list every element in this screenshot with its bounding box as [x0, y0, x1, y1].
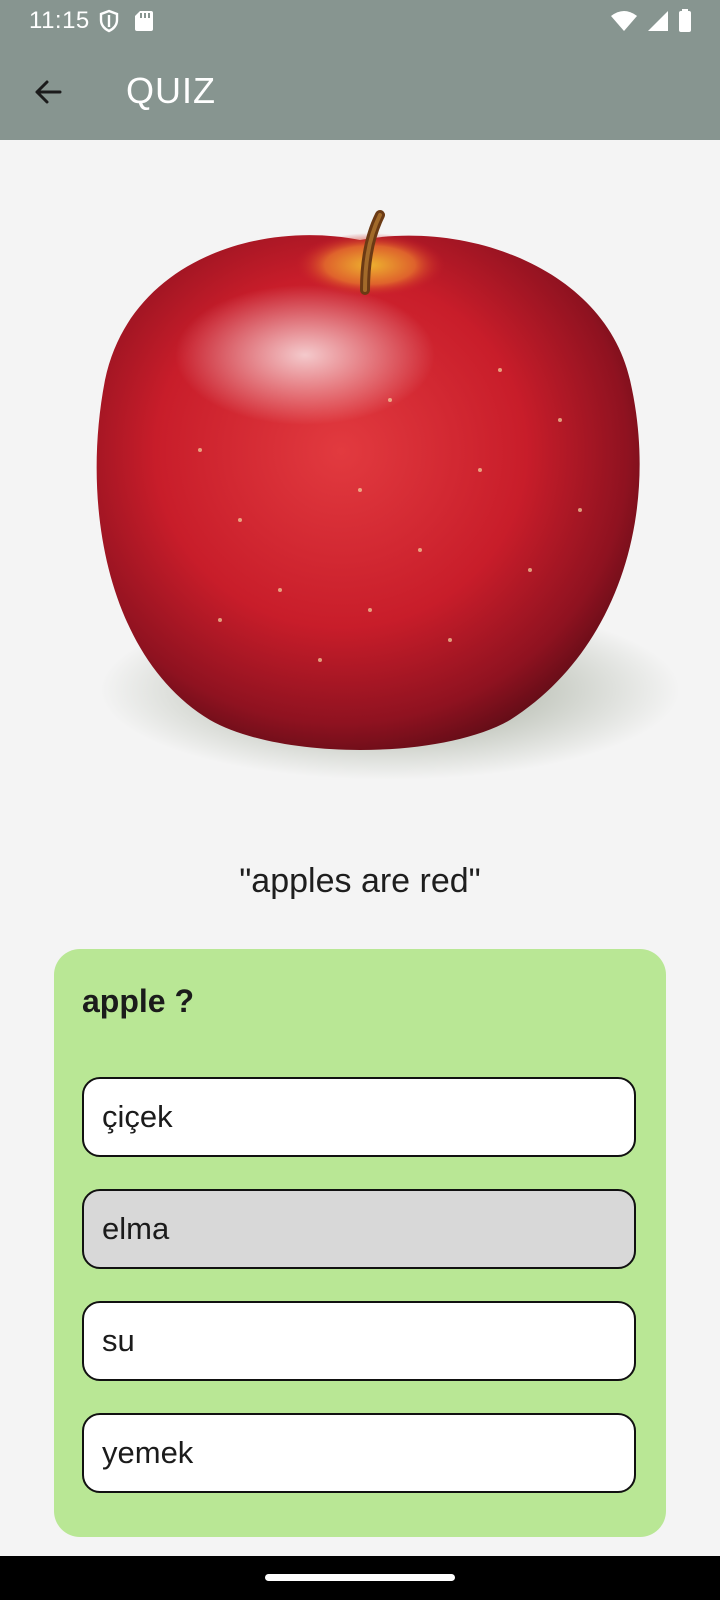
answer-option-yemek[interactable]: yemek: [82, 1413, 636, 1493]
status-right-icons: [610, 9, 692, 33]
app-bar: QUIZ: [0, 44, 720, 140]
status-bar: 11:15: [0, 0, 720, 44]
image-caption: "apples are red": [239, 862, 481, 900]
option-label: su: [102, 1323, 135, 1358]
wifi-icon: [611, 11, 637, 31]
apple-image: [96, 210, 680, 780]
home-indicator[interactable]: [265, 1574, 455, 1581]
status-left-icons: [98, 9, 154, 33]
shield-icon: [99, 9, 119, 33]
battery-icon: [679, 9, 691, 32]
page-title: QUIZ: [126, 70, 216, 111]
navigation-bar: [0, 1556, 720, 1600]
quiz-question: apple ?: [82, 983, 195, 1019]
arrow-back-icon: [35, 80, 62, 104]
quiz-card: apple ? çiçek elma su yemek: [54, 949, 666, 1537]
back-button[interactable]: [22, 66, 74, 118]
cellular-signal-icon: [648, 11, 668, 31]
option-label: elma: [102, 1211, 170, 1246]
option-label: çiçek: [102, 1099, 173, 1134]
option-label: yemek: [102, 1435, 194, 1470]
answer-option-elma[interactable]: elma: [82, 1189, 636, 1269]
answer-option-cicek[interactable]: çiçek: [82, 1077, 636, 1157]
sd-card-icon: [135, 11, 153, 31]
answer-option-su[interactable]: su: [82, 1301, 636, 1381]
status-time: 11:15: [29, 7, 90, 34]
